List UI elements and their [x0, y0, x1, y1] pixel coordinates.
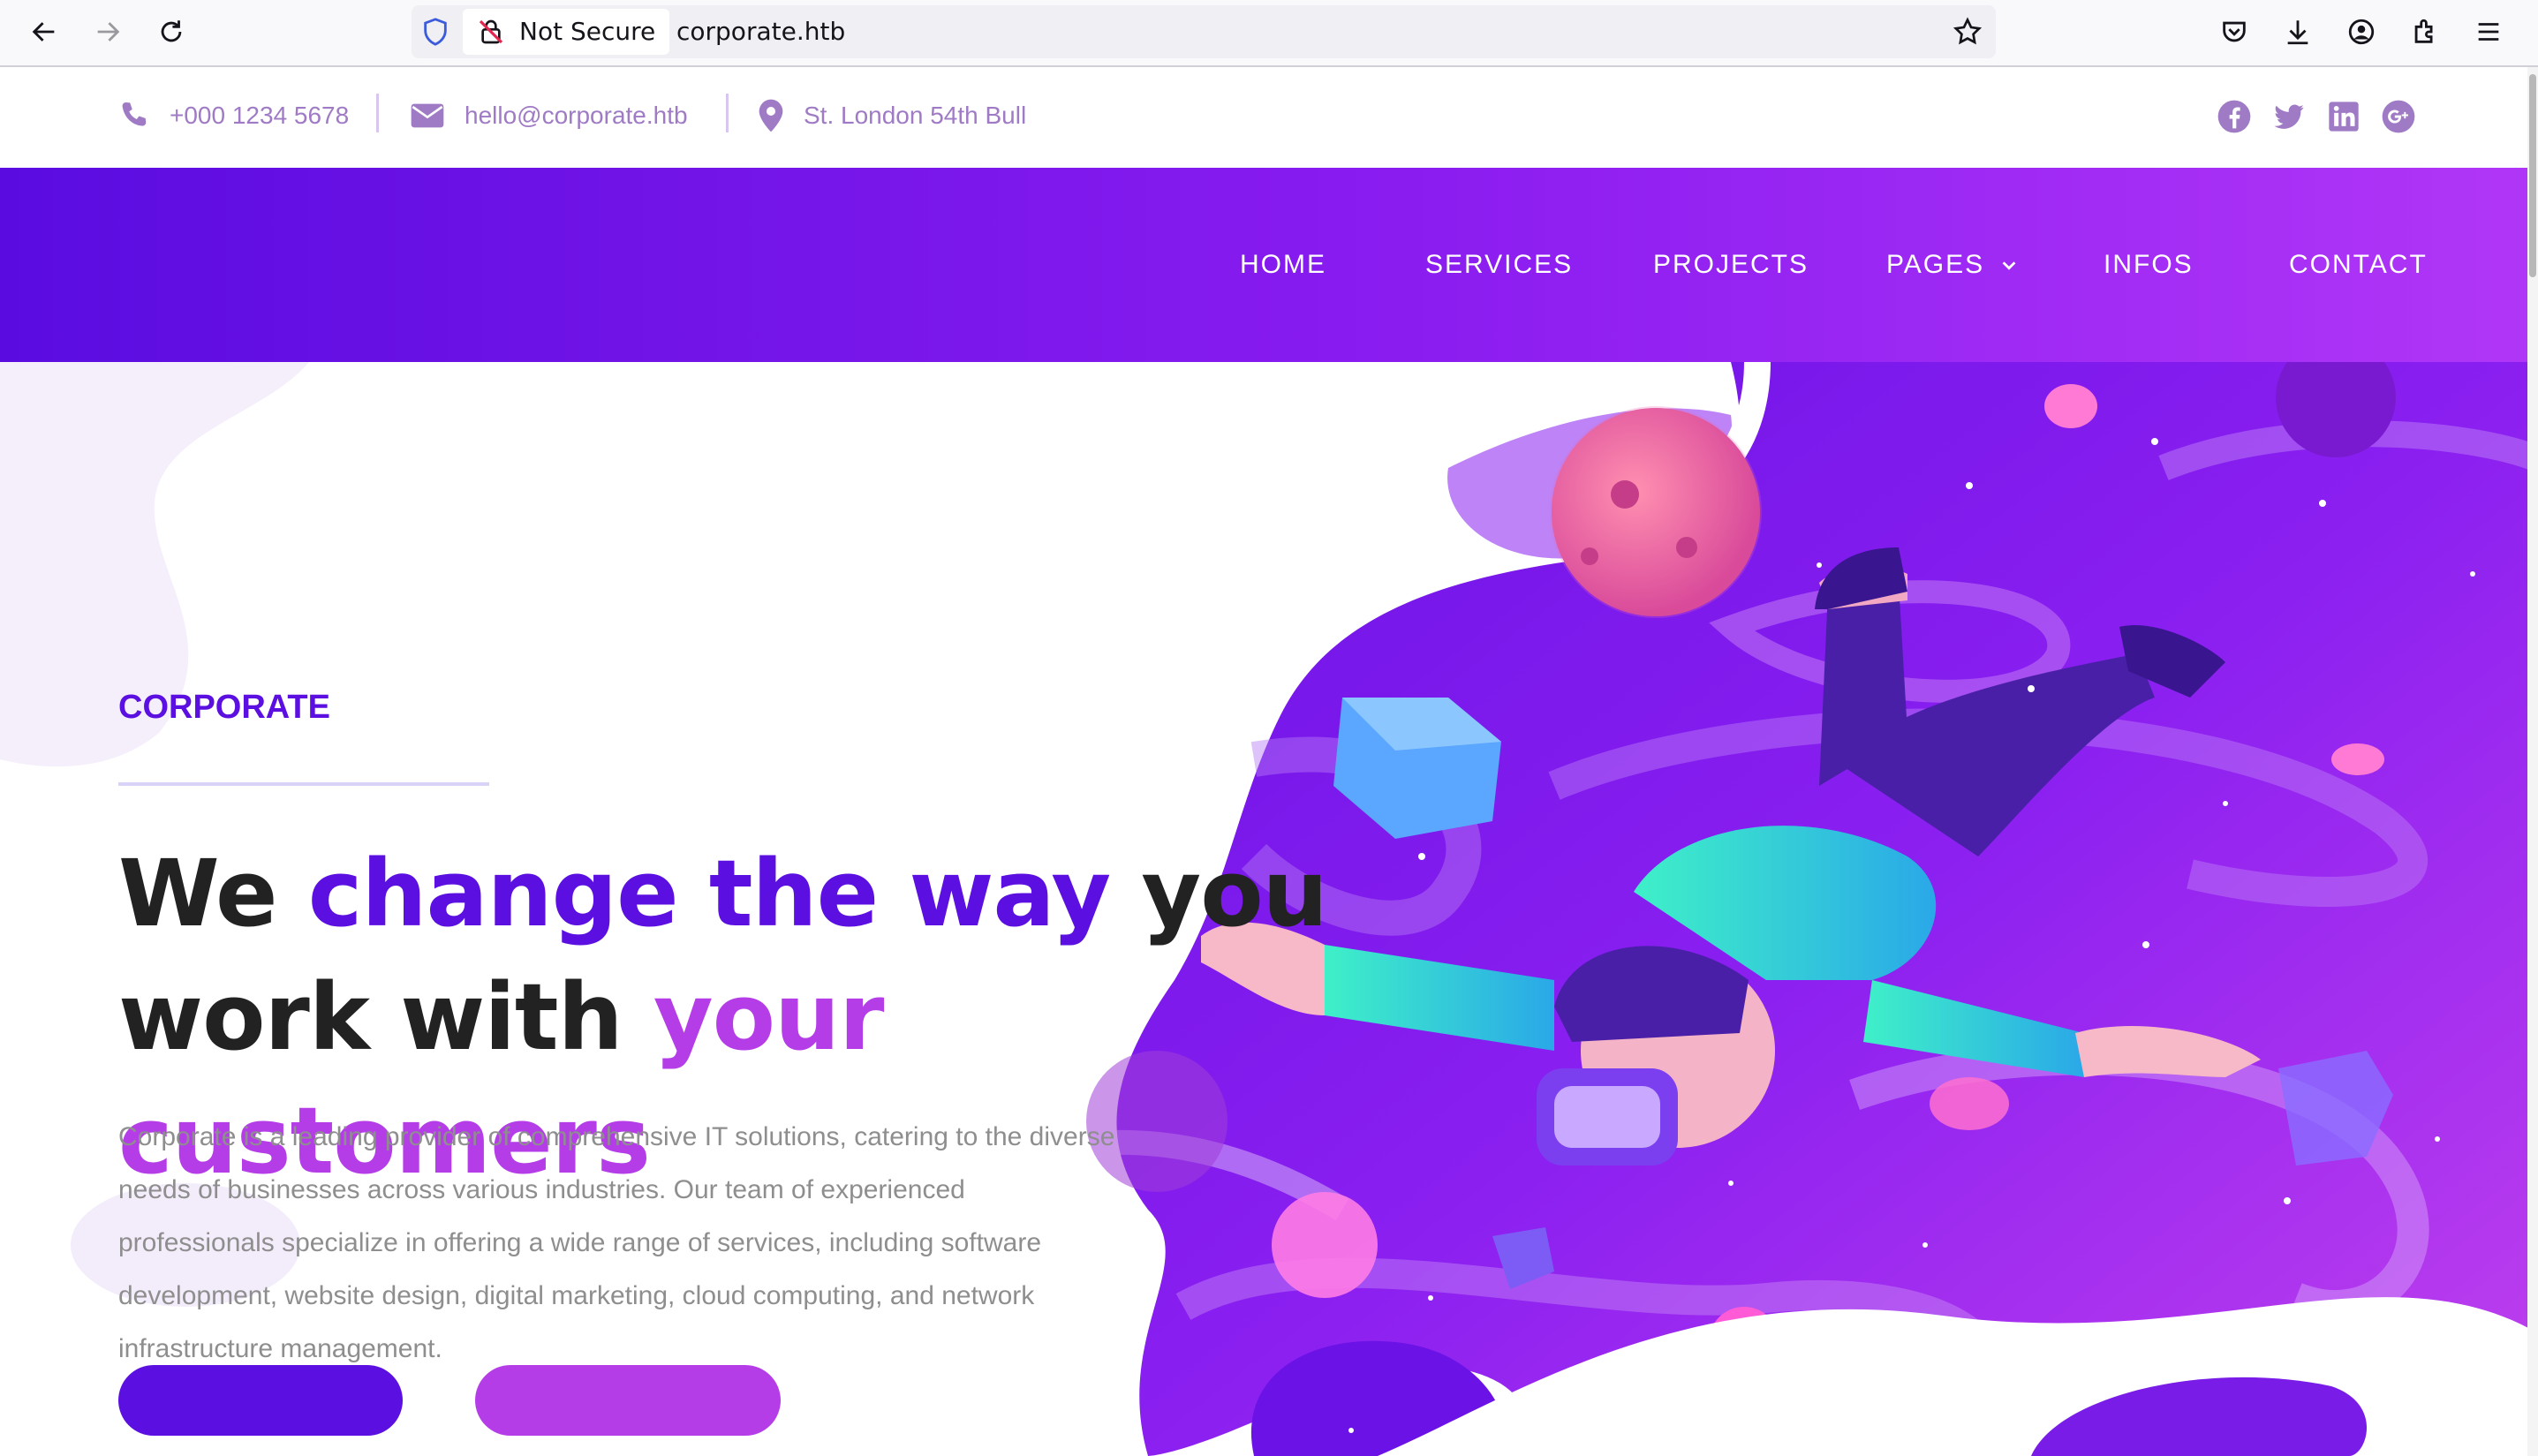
nav-services[interactable]: SERVICES [1425, 168, 1573, 362]
reload-button[interactable] [152, 12, 191, 51]
kicker-underline [118, 782, 489, 786]
url-text[interactable]: corporate.htb [676, 9, 845, 55]
divider [376, 94, 379, 132]
insecure-lock-icon [479, 19, 503, 44]
nav-pages[interactable]: PAGES [1886, 168, 2019, 362]
contact-topbar: +000 1234 5678 hello@corporate.htb St. L… [0, 67, 2538, 168]
nav-pages-label: PAGES [1886, 250, 1985, 279]
nav-contact[interactable]: CONTACT [2289, 168, 2428, 362]
chevron-down-icon [2002, 261, 2015, 270]
google-plus-icon[interactable] [2381, 99, 2416, 134]
email-contact[interactable]: hello@corporate.htb [410, 94, 688, 138]
forward-button[interactable] [88, 12, 127, 51]
account-icon[interactable] [2344, 14, 2379, 49]
downloads-icon[interactable] [2280, 14, 2315, 49]
hero-description: Corporate is a leading provider of compr… [118, 1122, 1115, 1363]
email-address: hello@corporate.htb [465, 102, 688, 129]
back-arrow-icon [32, 22, 55, 41]
street-address: St. London 54th Bull [804, 102, 1027, 129]
shield-icon[interactable] [420, 16, 450, 48]
envelope-icon [411, 103, 444, 128]
back-button[interactable] [25, 12, 64, 51]
phone-number: +000 1234 5678 [170, 102, 350, 129]
secondary-cta-button[interactable] [475, 1365, 781, 1436]
address-contact[interactable]: St. London 54th Bull [758, 94, 1026, 138]
hero-kicker: CORPORATE [118, 689, 330, 726]
nav-projects[interactable]: PROJECTS [1653, 168, 1809, 362]
main-navbar: HOME SERVICES PROJECTS PAGES INFOS CONTA… [0, 168, 2538, 362]
not-secure-indicator[interactable]: Not Secure [463, 9, 670, 55]
headline-part4: work with [118, 963, 653, 1071]
bookmark-star-icon[interactable] [1952, 16, 1983, 48]
phone-contact[interactable]: +000 1234 5678 [117, 94, 349, 138]
address-bar[interactable]: Not Secure corporate.htb [412, 5, 1996, 58]
twitter-icon[interactable] [2271, 99, 2307, 134]
browser-toolbar: Not Secure corporate.htb [0, 0, 2538, 67]
divider [726, 94, 729, 132]
hero-section: CORPORATE We change the way you work wit… [0, 362, 2538, 1456]
not-secure-label: Not Secure [519, 17, 656, 46]
menu-icon[interactable] [2471, 14, 2506, 49]
phone-icon [122, 102, 147, 126]
nav-infos[interactable]: INFOS [2104, 168, 2194, 362]
extensions-icon[interactable] [2407, 14, 2443, 49]
scrollbar-thumb[interactable] [2529, 74, 2536, 277]
web-page: +000 1234 5678 hello@corporate.htb St. L… [0, 67, 2538, 1456]
forward-arrow-icon [97, 22, 120, 41]
headline-part1: We [118, 840, 308, 947]
headline-highlight-1: change the way [307, 840, 1111, 947]
pocket-icon[interactable] [2217, 14, 2252, 49]
page-scrollbar[interactable] [2527, 67, 2538, 1456]
primary-cta-button[interactable] [118, 1365, 403, 1436]
nav-home[interactable]: HOME [1240, 168, 1326, 362]
reload-icon [161, 20, 182, 42]
linkedin-icon[interactable] [2326, 99, 2361, 134]
map-pin-icon [759, 99, 783, 132]
facebook-icon[interactable] [2217, 99, 2252, 134]
headline-part3: you [1110, 840, 1327, 947]
